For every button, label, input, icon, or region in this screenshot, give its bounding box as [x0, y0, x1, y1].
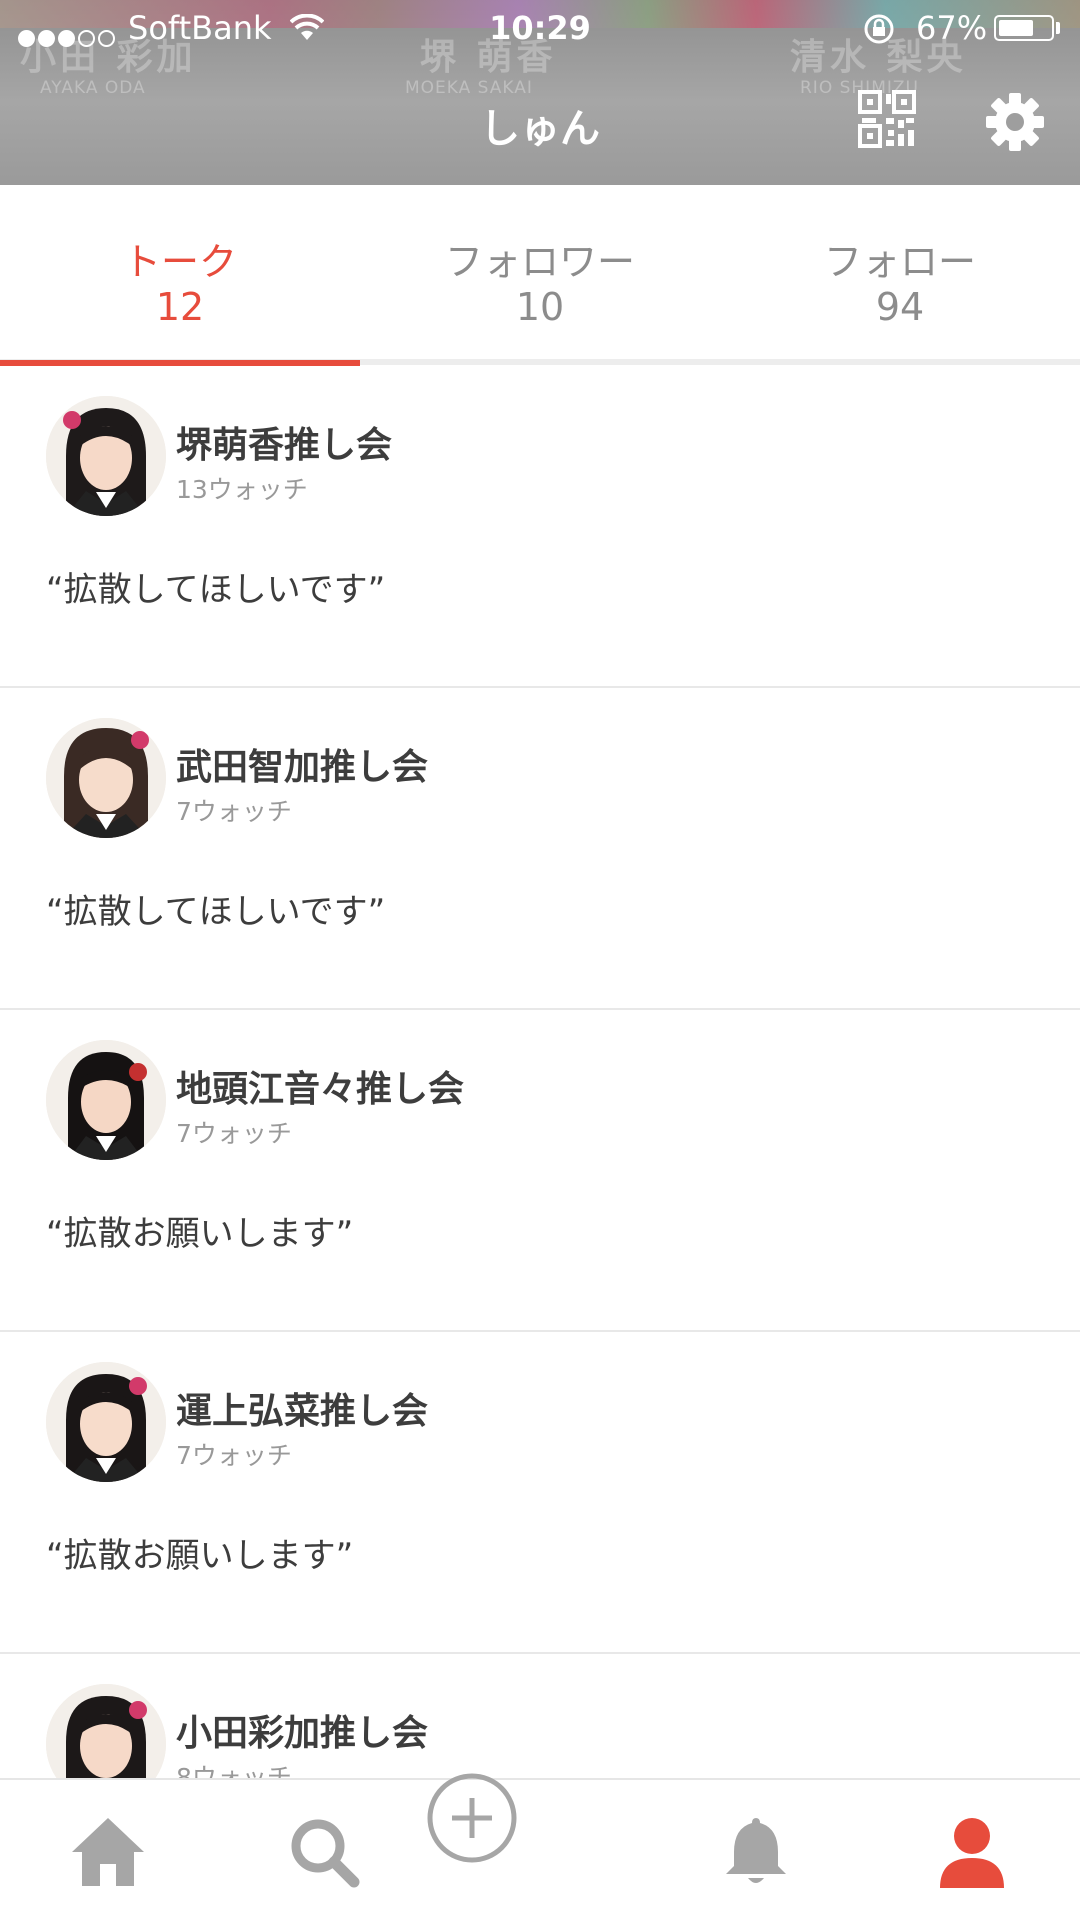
profile-tabs: トーク 12 フォロワー 10 フォロー 94 — [0, 185, 1080, 365]
talk-item[interactable]: 堺萌香推し会 13ウォッチ “拡散してほしいです” — [0, 366, 1080, 688]
nav-profile[interactable] — [864, 1780, 1080, 1922]
tab-talk-count: 12 — [155, 285, 205, 329]
talk-message: “拡散お願いします” — [46, 1214, 354, 1254]
talk-item[interactable]: 武田智加推し会 7ウォッチ “拡散してほしいです” — [0, 688, 1080, 1010]
avatar[interactable] — [46, 1362, 166, 1482]
avatar[interactable] — [46, 1684, 166, 1778]
rotation-lock-icon — [862, 12, 896, 54]
avatar[interactable] — [46, 1040, 166, 1160]
nav-notifications[interactable] — [648, 1780, 864, 1922]
talk-watch-count: 8ウォッチ — [176, 1763, 292, 1778]
tab-talk[interactable]: トーク 12 — [0, 185, 360, 365]
talk-watch-count: 13ウォッチ — [176, 475, 308, 504]
nav-search[interactable] — [216, 1780, 432, 1922]
talk-group-name: 運上弘菜推し会 — [176, 1391, 429, 1432]
nav-create[interactable] — [427, 1773, 648, 1922]
talk-message: “拡散お願いします” — [46, 1536, 354, 1576]
talk-watch-count: 7ウォッチ — [176, 1441, 292, 1470]
talk-item[interactable]: 運上弘菜推し会 7ウォッチ “拡散お願いします” — [0, 1332, 1080, 1654]
talk-group-name: 武田智加推し会 — [176, 747, 429, 788]
talk-watch-count: 7ウォッチ — [176, 797, 292, 826]
profile-header: 小田 彩加 AYAKA ODA 堺 萌香 MOEKA SAKAI 清水 梨央 R… — [0, 0, 1080, 185]
talk-message: “拡散してほしいです” — [46, 892, 386, 932]
header-bg-roman-2: MOEKA SAKAI — [405, 78, 533, 98]
qr-code-icon[interactable] — [858, 90, 916, 152]
avatar[interactable] — [46, 396, 166, 516]
avatar[interactable] — [46, 718, 166, 838]
profile-username: しゅん — [480, 106, 600, 152]
talk-group-name: 小田彩加推し会 — [176, 1713, 429, 1754]
nav-home[interactable] — [0, 1780, 216, 1922]
tab-followers-label: フォロワー — [444, 240, 635, 284]
tab-talk-label: トーク — [122, 240, 237, 284]
battery-icon — [994, 15, 1054, 41]
talk-message: “拡散してほしいです” — [46, 570, 386, 610]
talk-watch-count: 7ウォッチ — [176, 1119, 292, 1148]
tab-following-count: 94 — [875, 285, 925, 329]
talk-item[interactable]: 小田彩加推し会 8ウォッチ — [0, 1654, 1080, 1778]
talk-group-name: 地頭江音々推し会 — [176, 1069, 465, 1110]
header-bg-roman-1: AYAKA ODA — [40, 78, 146, 98]
tab-followers[interactable]: フォロワー 10 — [360, 185, 720, 365]
tab-following[interactable]: フォロー 94 — [720, 185, 1080, 365]
tab-following-label: フォロー — [823, 240, 976, 284]
tab-followers-count: 10 — [515, 285, 565, 329]
battery-tip — [1056, 22, 1060, 34]
bottom-navigation — [0, 1773, 1080, 1922]
talk-list: 堺萌香推し会 13ウォッチ “拡散してほしいです” 武田智加推し会 7ウォッチ … — [0, 366, 1080, 1778]
talk-group-name: 堺萌香推し会 — [176, 425, 393, 466]
battery-level-fill — [999, 20, 1033, 36]
talk-item[interactable]: 地頭江音々推し会 7ウォッチ “拡散お願いします” — [0, 1010, 1080, 1332]
gear-icon[interactable] — [985, 92, 1045, 156]
battery-percent: 67% — [916, 9, 988, 47]
status-bar: SoftBank 10:29 67% — [0, 0, 1080, 56]
